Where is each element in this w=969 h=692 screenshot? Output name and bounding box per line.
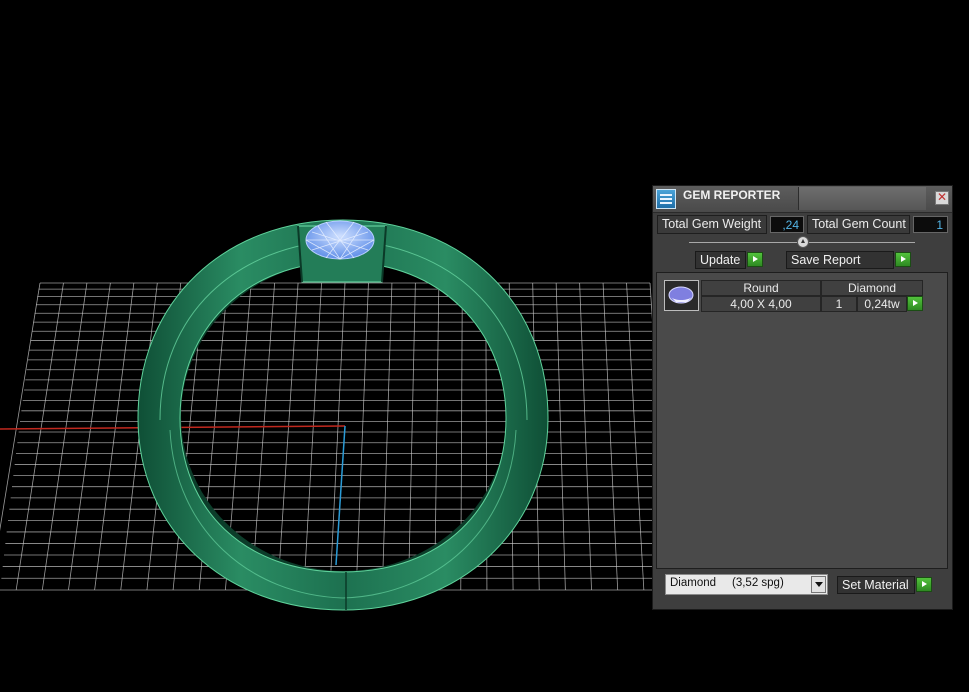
gem-wireframe[interactable] xyxy=(305,220,375,260)
panel-title: GEM REPORTER xyxy=(683,188,781,202)
grid-line xyxy=(41,282,88,591)
grid-line xyxy=(579,282,592,591)
material-select[interactable]: Diamond (3,52 spg) xyxy=(665,574,828,595)
grid-line xyxy=(408,282,416,591)
gem-cut-cell: Round xyxy=(701,280,821,296)
chevron-down-icon[interactable] xyxy=(811,576,826,593)
total-gem-count-value: 1 xyxy=(913,216,948,233)
gem-list[interactable]: Round Diamond 4,00 X 4,00 1 0,24tw xyxy=(656,272,948,569)
grid-line xyxy=(555,282,566,591)
gem-reporter-panel: GEM REPORTER ✕ Total Gem Weight ,24 Tota… xyxy=(652,185,953,610)
grid-line xyxy=(68,282,111,591)
update-play-arrow-icon[interactable] xyxy=(747,252,763,267)
grid-line xyxy=(277,282,299,591)
total-gem-weight-label: Total Gem Weight xyxy=(657,215,767,234)
gem-material-cell: Diamond xyxy=(821,280,923,296)
grid-line xyxy=(15,282,64,591)
grid-line xyxy=(303,282,322,591)
slider-knob-icon[interactable] xyxy=(797,236,809,248)
gem-thumbnail-icon[interactable] xyxy=(664,280,699,311)
gem-reporter-icon xyxy=(656,189,676,209)
save-report-button[interactable]: Save Report xyxy=(786,251,894,269)
panel-titlebar[interactable]: GEM REPORTER ✕ xyxy=(653,186,952,213)
grid-line xyxy=(251,282,276,591)
title-tab xyxy=(798,187,926,210)
total-gem-weight-value: ,24 xyxy=(770,216,804,233)
grid-line xyxy=(626,282,645,591)
save-report-play-arrow-icon[interactable] xyxy=(895,252,911,267)
grid-line xyxy=(355,282,369,591)
gem-count-cell: 1 xyxy=(821,296,857,312)
material-select-value: Diamond (3,52 spg) xyxy=(670,577,784,589)
update-button[interactable]: Update xyxy=(695,251,746,269)
total-gem-count-label: Total Gem Count xyxy=(807,215,910,234)
grid-line xyxy=(94,282,135,591)
set-material-button[interactable]: Set Material xyxy=(837,576,915,594)
close-icon[interactable]: ✕ xyxy=(935,191,949,205)
gem-row-play-arrow-icon[interactable] xyxy=(907,296,923,311)
gem-size-cell: 4,00 X 4,00 xyxy=(701,296,821,312)
grid-line xyxy=(381,282,393,591)
grid-line xyxy=(0,282,41,532)
set-material-play-arrow-icon[interactable] xyxy=(916,577,932,592)
perspective-grid xyxy=(0,282,671,591)
grid-line xyxy=(602,282,619,591)
gem-weight-cell: 0,24tw xyxy=(857,296,907,312)
